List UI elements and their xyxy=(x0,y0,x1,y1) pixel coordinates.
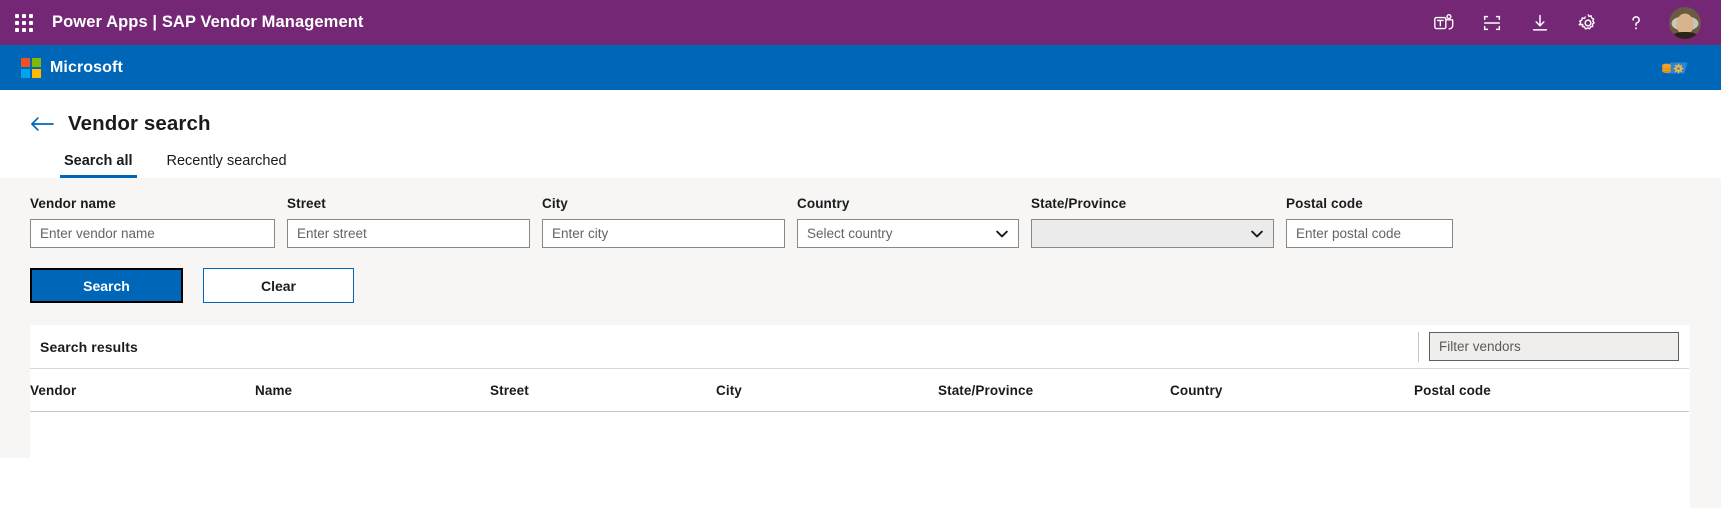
label-street: Street xyxy=(287,196,326,211)
search-form-panel: Vendor name Street City Country Select c… xyxy=(0,178,1721,325)
results-header: Search results xyxy=(30,325,1689,369)
download-icon[interactable] xyxy=(1517,0,1563,45)
app-bar-actions xyxy=(1657,58,1691,78)
filter-group xyxy=(1418,330,1679,364)
column-header-state-province[interactable]: State/Province xyxy=(938,369,1170,412)
app-launcher-icon[interactable] xyxy=(0,0,48,45)
label-vendor-name: Vendor name xyxy=(30,196,116,211)
country-select-value: Select country xyxy=(807,226,893,241)
search-fields-row: Vendor name Street City Country Select c… xyxy=(30,196,1691,248)
clear-button[interactable]: Clear xyxy=(203,268,354,303)
postal-code-input[interactable] xyxy=(1286,219,1453,248)
state-province-select[interactable] xyxy=(1031,219,1274,248)
column-header-street[interactable]: Street xyxy=(490,369,716,412)
microsoft-wordmark: Microsoft xyxy=(50,58,123,76)
country-select[interactable]: Select country xyxy=(797,219,1019,248)
help-icon[interactable] xyxy=(1613,0,1659,45)
column-header-postal-code[interactable]: Postal code xyxy=(1414,369,1689,412)
microsoft-app-bar: Microsoft xyxy=(0,45,1721,90)
suite-title[interactable]: Power Apps | SAP Vendor Management xyxy=(52,13,364,32)
form-button-row: Search Clear xyxy=(30,268,1691,303)
label-city: City xyxy=(542,196,568,211)
field-postal-code: Postal code xyxy=(1286,196,1453,248)
page: Vendor search Search all Recently search… xyxy=(0,90,1721,472)
results-card: Search results Vendor Name Street City xyxy=(30,325,1689,472)
page-body: Vendor search Search all Recently search… xyxy=(0,90,1721,508)
results-title: Search results xyxy=(40,338,138,355)
chevron-down-icon xyxy=(1250,227,1264,241)
column-header-country[interactable]: Country xyxy=(1170,369,1414,412)
user-avatar[interactable] xyxy=(1661,0,1709,45)
results-section: Search results Vendor Name Street City xyxy=(0,325,1721,472)
results-table-head: Vendor Name Street City State/Province C… xyxy=(30,369,1689,412)
tab-list: Search all Recently searched xyxy=(30,153,1721,178)
results-table: Vendor Name Street City State/Province C… xyxy=(30,369,1689,412)
suite-bar-actions xyxy=(1421,0,1709,45)
teams-icon[interactable] xyxy=(1421,0,1467,45)
field-country: Country Select country xyxy=(797,196,1019,248)
avatar xyxy=(1669,6,1701,39)
page-header: Vendor search Search all Recently search… xyxy=(0,90,1721,178)
city-input[interactable] xyxy=(542,219,785,248)
page-title: Vendor search xyxy=(68,112,211,135)
label-country: Country xyxy=(797,196,850,211)
microsoft-logo-squares xyxy=(21,57,41,78)
back-arrow-icon[interactable] xyxy=(30,114,54,134)
filter-vendors-input[interactable] xyxy=(1429,332,1679,361)
tab-search-all[interactable]: Search all xyxy=(60,153,137,178)
field-state-province: State/Province xyxy=(1031,196,1274,248)
column-header-city[interactable]: City xyxy=(716,369,938,412)
vendor-name-input[interactable] xyxy=(30,219,275,248)
gear-icon[interactable] xyxy=(1565,0,1611,45)
fullscreen-icon[interactable] xyxy=(1469,0,1515,45)
column-header-name[interactable]: Name xyxy=(255,369,490,412)
tab-recently-searched[interactable]: Recently searched xyxy=(163,153,291,178)
filter-divider xyxy=(1418,331,1419,362)
table-header-row: Vendor Name Street City State/Province C… xyxy=(30,369,1689,412)
label-postal-code: Postal code xyxy=(1286,196,1363,211)
field-city: City xyxy=(542,196,785,248)
microsoft-logo[interactable]: Microsoft xyxy=(21,57,123,78)
chevron-down-icon xyxy=(995,227,1009,241)
street-input[interactable] xyxy=(287,219,530,248)
suite-bar: Power Apps | SAP Vendor Management xyxy=(0,0,1721,45)
results-empty-area xyxy=(30,412,1689,472)
title-row: Vendor search xyxy=(30,112,1721,136)
field-street: Street xyxy=(287,196,530,248)
search-button[interactable]: Search xyxy=(30,268,183,303)
label-state-province: State/Province xyxy=(1031,196,1127,211)
column-header-vendor[interactable]: Vendor xyxy=(30,369,255,412)
data-settings-icon[interactable] xyxy=(1657,58,1691,78)
field-vendor-name: Vendor name xyxy=(30,196,275,248)
